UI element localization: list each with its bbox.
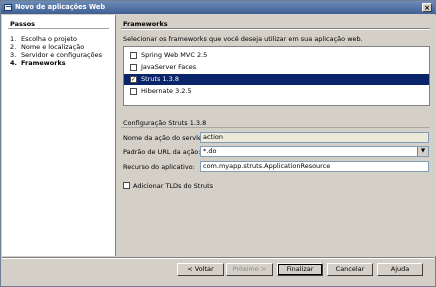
- frameworks-list[interactable]: Spring Web MVC 2.5 JavaServer Faces ✓ St…: [123, 46, 430, 106]
- url-pattern-select[interactable]: *.do ▼: [200, 146, 429, 157]
- close-button[interactable]: ×: [422, 3, 432, 12]
- step-item: 3. Servidor e configurações: [10, 51, 102, 59]
- cancel-button[interactable]: Cancelar: [327, 263, 373, 276]
- main-panel: Frameworks Selecionar os frameworks que …: [116, 15, 436, 256]
- framework-checkbox[interactable]: [130, 52, 137, 59]
- config-title: Configuração Struts 1.3.8: [123, 119, 207, 127]
- url-pattern-label: Padrão de URL da ação:: [123, 148, 201, 156]
- steps-divider: [8, 28, 109, 29]
- framework-item-selected[interactable]: ✓ Struts 1.3.8: [124, 74, 429, 85]
- framework-item[interactable]: Spring Web MVC 2.5: [124, 50, 429, 61]
- framework-label: Struts 1.3.8: [141, 75, 180, 83]
- framework-checkbox[interactable]: ✓: [130, 76, 137, 83]
- step-item: 1. Escolha o projeto: [10, 35, 102, 43]
- framework-item[interactable]: JavaServer Faces: [124, 62, 429, 73]
- steps-list: 1. Escolha o projeto 2. Nome e localização…: [10, 35, 102, 67]
- button-bar-divider: [2, 257, 434, 259]
- next-button[interactable]: Próximo >: [226, 263, 273, 276]
- step-number: 2.: [10, 43, 17, 51]
- resource-field[interactable]: com.myapp.struts.ApplicationResource: [200, 161, 429, 172]
- servlet-name-label: Nome da ação do servlet:: [123, 134, 207, 142]
- add-tlds-label: Adicionar TLDs do Struts: [133, 182, 214, 190]
- step-label: Frameworks: [21, 59, 66, 67]
- instruction-text: Selecionar os frameworks que você deseja…: [123, 35, 363, 43]
- step-number: 4.: [10, 59, 17, 67]
- wizard-window: Novo de aplicações Web × Passos 1. Escolh…: [0, 0, 436, 287]
- window-icon: [4, 4, 12, 11]
- steps-panel: Passos 1. Escolha o projeto 2. Nome e loca…: [2, 15, 116, 256]
- help-button[interactable]: Ajuda: [377, 263, 423, 276]
- back-button[interactable]: < Voltar: [177, 263, 224, 276]
- step-item: 2. Nome e localização: [10, 43, 102, 51]
- framework-checkbox[interactable]: [130, 64, 137, 71]
- framework-label: JavaServer Faces: [141, 63, 197, 71]
- step-item-current: 4. Frameworks: [10, 59, 102, 67]
- config-divider: [121, 127, 430, 128]
- url-pattern-value: *.do: [203, 147, 217, 155]
- step-label: Escolha o projeto: [21, 35, 78, 43]
- window-title: Novo de aplicações Web: [15, 3, 106, 11]
- step-label: Servidor e configurações: [21, 51, 102, 59]
- steps-heading: Passos: [10, 20, 36, 28]
- step-label: Nome e localização: [21, 43, 85, 51]
- framework-checkbox[interactable]: [130, 88, 137, 95]
- chevron-down-icon[interactable]: ▼: [417, 147, 428, 156]
- framework-label: Spring Web MVC 2.5: [141, 51, 208, 59]
- framework-item[interactable]: Hibernate 3.2.5: [124, 86, 429, 97]
- title-bar[interactable]: Novo de aplicações Web ×: [1, 1, 435, 14]
- framework-label: Hibernate 3.2.5: [141, 87, 192, 95]
- finish-button[interactable]: Finalizar: [277, 263, 323, 276]
- add-tlds-checkbox[interactable]: [123, 182, 130, 189]
- resource-label: Recurso do aplicativo:: [123, 163, 195, 171]
- servlet-name-field[interactable]: action: [200, 132, 429, 143]
- title-divider: [121, 28, 430, 30]
- step-number: 1.: [10, 35, 17, 43]
- step-number: 3.: [10, 51, 17, 59]
- page-title: Frameworks: [123, 20, 168, 28]
